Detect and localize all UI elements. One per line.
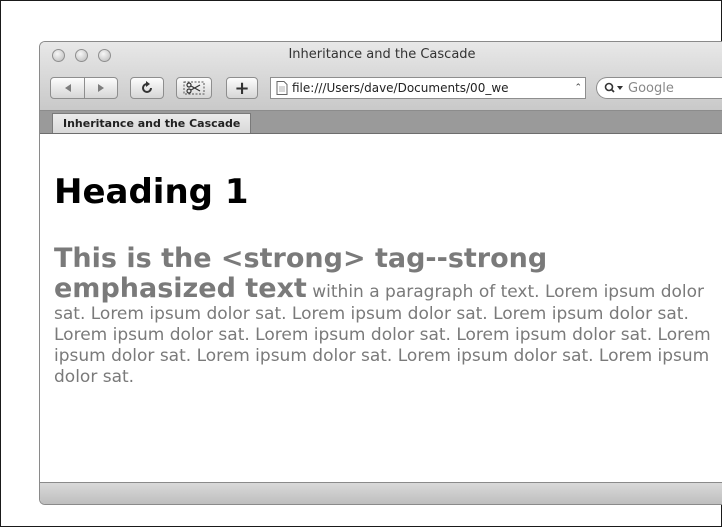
window-title: Inheritance and the Cascade <box>288 47 476 62</box>
heading-1: Heading 1 <box>54 172 249 212</box>
add-bookmark-label: + <box>234 77 250 99</box>
tab-inheritance-and-the-cascade[interactable]: Inheritance and the Cascade <box>52 113 252 133</box>
url-expand-icon[interactable]: ⌃ <box>574 83 582 93</box>
web-clip-button[interactable] <box>176 77 212 99</box>
toolbar: + file:///Users/dave/Documents/00_we ⌃ G… <box>50 67 722 99</box>
back-button[interactable] <box>51 78 84 98</box>
forward-button[interactable] <box>84 78 117 98</box>
forward-arrow-icon <box>97 84 104 92</box>
screenshot-frame: Inheritance and the Cascade + file:///Us… <box>0 0 722 527</box>
url-text[interactable]: file:///Users/dave/Documents/00_we <box>292 81 572 95</box>
title-bar: Inheritance and the Cascade + file:///Us… <box>40 42 722 111</box>
segment-divider <box>84 78 85 98</box>
reload-button[interactable] <box>130 77 164 99</box>
tab-bar: Inheritance and the Cascade <box>40 111 722 134</box>
tab-label: Inheritance and the Cascade <box>63 117 241 130</box>
status-bar <box>40 482 722 504</box>
back-forward-control <box>50 77 118 99</box>
search-field[interactable]: Google <box>596 77 722 99</box>
search-placeholder: Google <box>628 80 674 96</box>
browser-window: Inheritance and the Cascade + file:///Us… <box>39 41 722 505</box>
search-icon <box>604 82 623 93</box>
paragraph: This is the <strong> tag--strong emphasi… <box>54 244 722 388</box>
add-bookmark-button[interactable]: + <box>226 77 258 99</box>
document-icon <box>276 81 288 95</box>
page-content: Heading 1 This is the <strong> tag--stro… <box>40 134 722 482</box>
scissors-icon <box>183 81 205 95</box>
back-arrow-icon <box>64 84 71 92</box>
reload-icon <box>142 81 152 93</box>
address-bar[interactable]: file:///Users/dave/Documents/00_we ⌃ <box>270 77 586 99</box>
